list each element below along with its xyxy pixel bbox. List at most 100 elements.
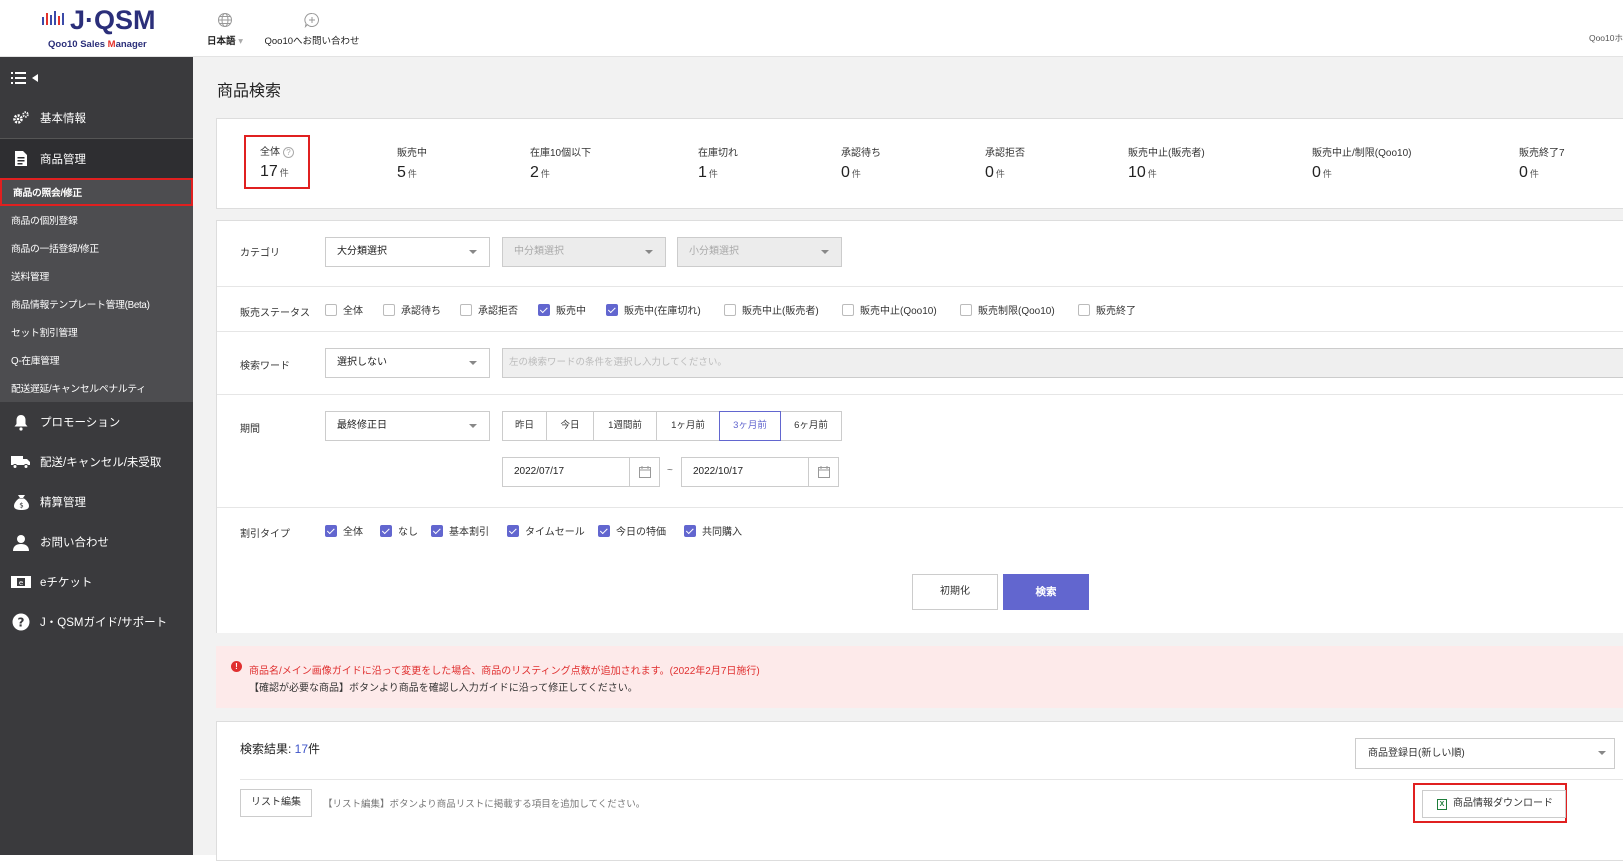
sidebar-section-promotion[interactable]: プロモーション (0, 402, 193, 442)
sidebar-section-settlement[interactable]: $ 精算管理 (0, 482, 193, 522)
sidebar-item-product-register[interactable]: 商品の個別登録 (0, 206, 193, 234)
sidebar-item-delay-penalty[interactable]: 配送遅延/キャンセルペナルティ (0, 374, 193, 402)
search-filter-panel: カテゴリ 大分類選択 中分類選択 小分類選択 販売ステータス 全体 承認待ち 承… (216, 220, 1623, 633)
calendar-icon[interactable] (808, 458, 838, 486)
discount-checkbox-all[interactable]: 全体 (325, 523, 363, 538)
period-button-1week[interactable]: 1週間前 (593, 411, 657, 441)
sidebar-section-product-management[interactable]: 商品管理 (0, 138, 193, 178)
sidebar-section-eticket[interactable]: e eチケット (0, 562, 193, 602)
stat-rejected[interactable]: 承認拒否 0件 (985, 144, 1025, 182)
stat-out-of-stock[interactable]: 在庫切れ 1件 (698, 144, 738, 182)
sort-order-select[interactable]: 商品登録日(新しい順) (1355, 738, 1615, 769)
qsm-logo[interactable]: J·QSM Qoo10 Sales Manager (42, 5, 162, 50)
status-checkbox-suspended-seller[interactable]: 販売中止(販売者) (724, 302, 819, 317)
ticket-icon: e (11, 573, 31, 591)
logo-subtitle: Qoo10 Sales Manager (48, 39, 147, 50)
notice-banner: ! 商品名/メイン画像ガイドに沿って変更をした場合、商品のリスティング点数が追加… (216, 646, 1623, 708)
chevron-down-icon (469, 424, 477, 428)
stat-suspended-qoo10[interactable]: 販売中止/制限(Qoo10) 0件 (1312, 144, 1411, 182)
stat-label: 承認拒否 (985, 148, 1025, 159)
checkbox-checked-icon (684, 524, 696, 537)
stat-on-sale[interactable]: 販売中 5件 (397, 144, 427, 182)
category-row: カテゴリ 大分類選択 中分類選択 小分類選択 (217, 221, 1623, 287)
discount-checkbox-todays-deal[interactable]: 今日の特価 (598, 523, 666, 538)
product-download-button[interactable]: X 商品情報ダウンロード (1422, 790, 1566, 818)
language-selector[interactable]: 日本語 ▾ (205, 12, 245, 47)
period-type-select[interactable]: 最終修正日 (325, 411, 490, 441)
period-button-today[interactable]: 今日 (546, 411, 594, 441)
stat-low-stock[interactable]: 在庫10個以下 2件 (530, 144, 591, 182)
category-major-select[interactable]: 大分類選択 (325, 237, 490, 267)
excel-icon: X (1437, 799, 1447, 810)
category-mid-select[interactable]: 中分類選択 (502, 237, 666, 267)
sidebar: 基本情報 商品管理 商品の照会/修正 商品の個別登録 商品の一括登録/修正 送料… (0, 57, 193, 855)
status-checkbox-restricted-qoo10[interactable]: 販売制限(Qoo10) (960, 302, 1055, 317)
period-button-6months[interactable]: 6ヶ月前 (780, 411, 842, 441)
sidebar-section-label: eチケット (40, 577, 93, 589)
contact-label: Qoo10へお問い合わせ (264, 36, 360, 47)
status-checkbox-rejected[interactable]: 承認拒否 (460, 302, 518, 317)
sidebar-item-product-view-edit[interactable]: 商品の照会/修正 (0, 178, 193, 206)
keyword-input[interactable]: 左の検索ワードの条件を選択し入力してください。 (502, 348, 1623, 378)
svg-text:e: e (19, 579, 23, 587)
period-button-3months[interactable]: 3ヶ月前 (719, 411, 781, 441)
sidebar-section-guide[interactable]: ? J・QSMガイド/サポート (0, 602, 193, 642)
help-icon[interactable]: ? (283, 146, 294, 158)
stat-label: 在庫切れ (698, 148, 738, 159)
sidebar-item-shipping-fee[interactable]: 送料管理 (0, 262, 193, 290)
checkbox-checked-icon (431, 524, 443, 537)
date-to-input[interactable]: 2022/10/17 (681, 457, 839, 487)
qoo10-contact-link[interactable]: Qoo10へお問い合わせ (262, 12, 362, 47)
product-submenu: 商品の照会/修正 商品の個別登録 商品の一括登録/修正 送料管理 商品情報テンプ… (0, 178, 193, 402)
status-checkbox-pending[interactable]: 承認待ち (383, 302, 441, 317)
stat-label: 販売中止/制限(Qoo10) (1312, 148, 1412, 159)
sidebar-item-q-inventory[interactable]: Q-在庫管理 (0, 346, 193, 374)
calendar-icon[interactable] (629, 458, 659, 486)
results-title: 検索結果: 17件 (240, 742, 321, 756)
discount-checkbox-none[interactable]: なし (380, 523, 418, 538)
status-checkbox-ended[interactable]: 販売終了 (1078, 302, 1136, 317)
keyword-type-select[interactable]: 選択しない (325, 348, 490, 378)
status-checkbox-suspended-qoo10[interactable]: 販売中止(Qoo10) (842, 302, 937, 317)
svg-text:?: ? (18, 616, 25, 630)
sidebar-section-basic-info[interactable]: 基本情報 (0, 98, 193, 138)
period-button-yesterday[interactable]: 昨日 (502, 411, 547, 441)
period-button-1month[interactable]: 1ヶ月前 (656, 411, 720, 441)
search-button[interactable]: 検索 (1003, 574, 1089, 610)
stat-pending-approval[interactable]: 承認待ち 0件 (841, 144, 881, 182)
reset-button[interactable]: 初期化 (912, 574, 998, 610)
stat-suspended-seller[interactable]: 販売中止(販売者) 10 件 (1128, 144, 1205, 182)
discount-checkbox-time-sale[interactable]: タイムセール (507, 523, 585, 538)
menu-toggle-button[interactable] (0, 57, 193, 98)
status-checkbox-on-sale[interactable]: 販売中 (538, 302, 586, 317)
stat-label: 承認待ち (841, 148, 881, 159)
chevron-down-icon (821, 250, 829, 254)
sidebar-item-set-discount[interactable]: セット割引管理 (0, 318, 193, 346)
list-edit-button[interactable]: リスト編集 (240, 789, 312, 817)
sidebar-section-label: プロモーション (40, 417, 121, 429)
sidebar-item-template[interactable]: 商品情報テンプレート管理(Beta) (0, 290, 193, 318)
stat-all[interactable]: 全体? 17 件 (244, 135, 310, 189)
sidebar-section-shipping[interactable]: 配送/キャンセル/未受取 (0, 442, 193, 482)
svg-text:$: $ (19, 501, 23, 509)
question-icon: ? (11, 613, 31, 631)
discount-checkbox-group-buy[interactable]: 共同購入 (684, 523, 742, 538)
date-from-input[interactable]: 2022/07/17 (502, 457, 660, 487)
stat-value: 2 (530, 164, 539, 181)
status-checkbox-on-sale-out-of-stock[interactable]: 販売中(在庫切れ) (606, 302, 701, 317)
status-checkbox-all[interactable]: 全体 (325, 302, 363, 317)
list-edit-hint: 【リスト編集】ボタンより商品リストに掲載する項目を追加してください。 (323, 799, 646, 810)
checkbox-icon (960, 303, 972, 316)
sidebar-section-inquiry[interactable]: お問い合わせ (0, 522, 193, 562)
sidebar-section-label: 配送/キャンセル/未受取 (40, 457, 162, 469)
category-label: カテゴリ (240, 248, 280, 259)
sales-status-label: 販売ステータス (240, 308, 310, 319)
checkbox-icon (1078, 303, 1090, 316)
sidebar-item-bulk-register[interactable]: 商品の一括登録/修正 (0, 234, 193, 262)
logo-bars-icon (42, 11, 64, 25)
discount-checkbox-basic[interactable]: 基本割引 (431, 523, 489, 538)
category-minor-select[interactable]: 小分類選択 (677, 237, 842, 267)
stat-ended[interactable]: 販売終了7 0件 (1519, 144, 1565, 182)
user-name[interactable]: Qoo10ホ (1589, 32, 1623, 44)
notice-line-2: 【確認が必要な商品】ボタンより商品を確認し入力ガイドに沿って修正してください。 (249, 683, 638, 694)
